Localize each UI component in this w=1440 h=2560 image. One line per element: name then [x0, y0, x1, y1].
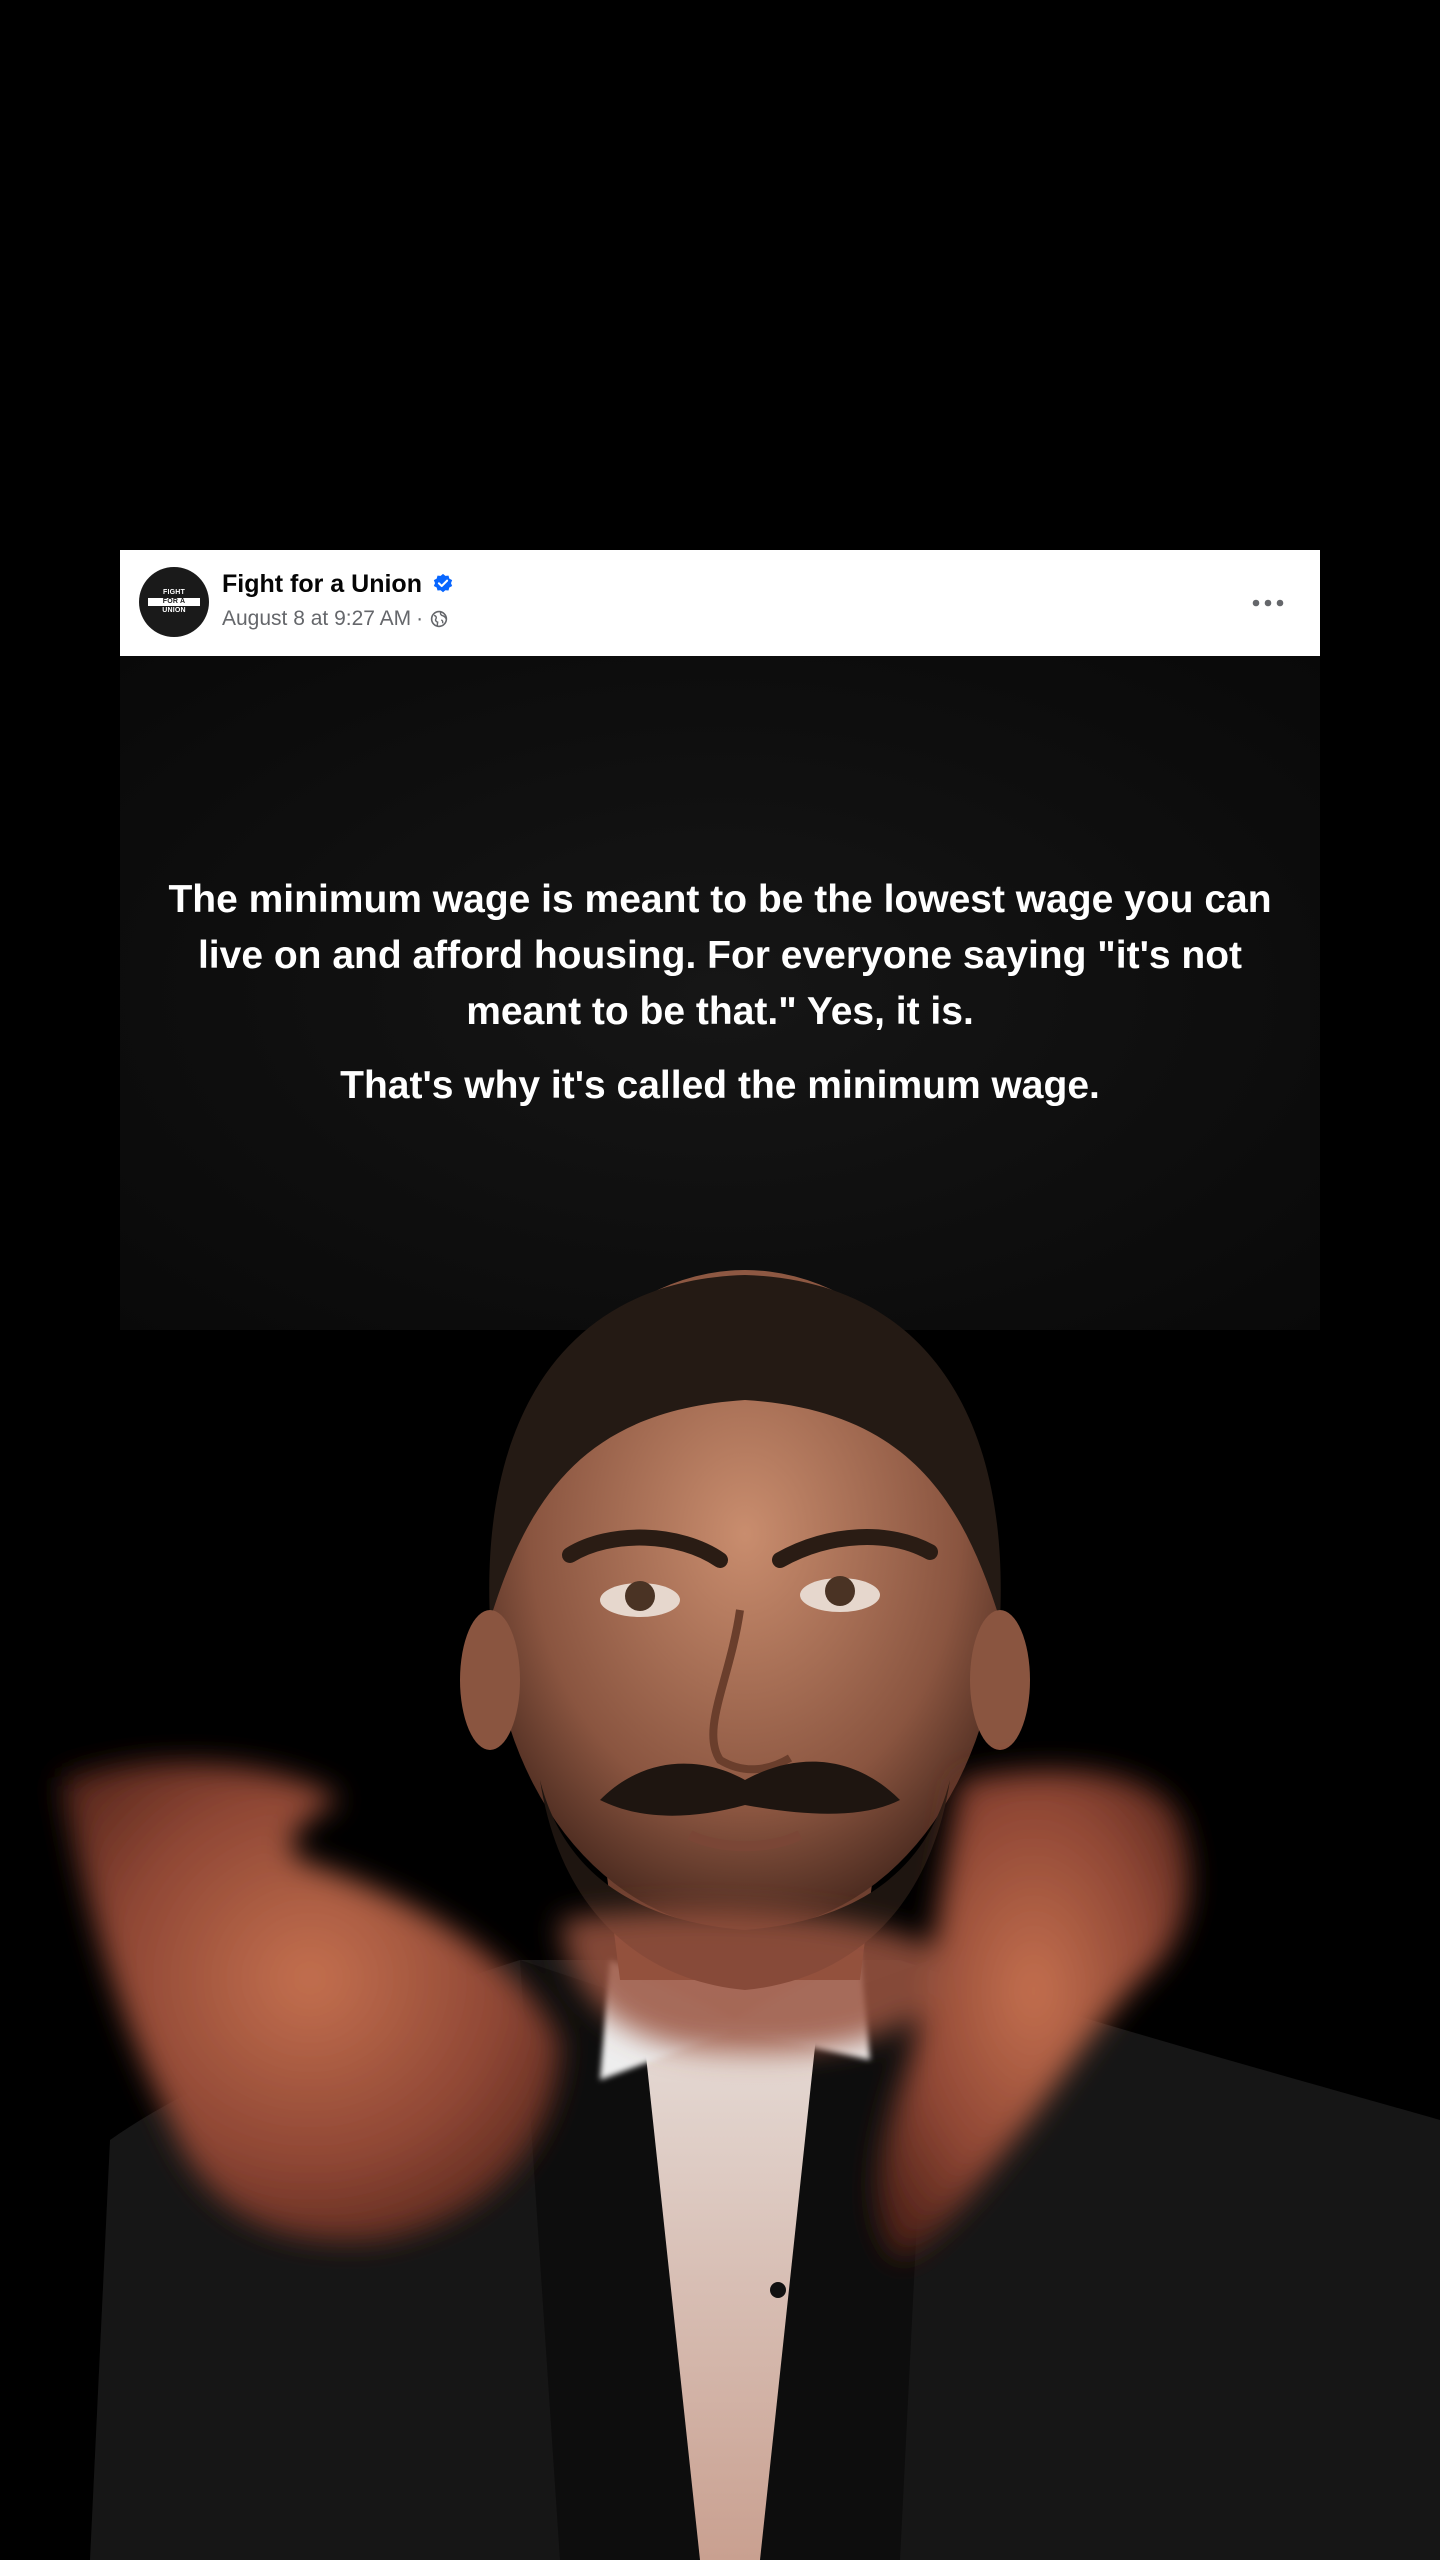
post-timestamp[interactable]: August 8 at 9:27 AM — [222, 605, 411, 633]
post-text-image[interactable]: The minimum wage is meant to be the lowe… — [120, 656, 1320, 1330]
page-name-link[interactable]: Fight for a Union — [222, 569, 422, 599]
shirt-stud — [770, 2282, 786, 2298]
quote-paragraph-tail: That's why it's called the minimum wage. — [340, 1064, 1100, 1107]
post-header: FIGHT FOR A UNION Fight for a Union Augu… — [120, 550, 1320, 656]
facebook-post-card: FIGHT FOR A UNION Fight for a Union Augu… — [120, 550, 1320, 1330]
right-iris — [825, 1576, 855, 1606]
globe-icon[interactable] — [430, 610, 448, 628]
logo-line-1: FIGHT — [163, 589, 185, 596]
union-logo: FIGHT FOR A UNION — [148, 589, 200, 615]
page-avatar[interactable]: FIGHT FOR A UNION — [139, 567, 209, 637]
post-meta: August 8 at 9:27 AM · — [222, 605, 448, 633]
right-ear — [970, 1610, 1030, 1750]
logo-line-2: FOR A — [148, 598, 200, 606]
logo-line-3: UNION — [162, 607, 186, 614]
reaction-person-image — [60, 1270, 1440, 2560]
left-iris — [625, 1581, 655, 1611]
meta-separator: · — [416, 607, 424, 630]
quote-paragraph-main: The minimum wage is meant to be the lowe… — [168, 878, 1272, 1033]
more-options-icon — [1252, 599, 1284, 607]
left-ear — [460, 1610, 520, 1750]
verified-badge-icon — [433, 573, 453, 593]
more-options-button[interactable] — [1246, 583, 1290, 623]
